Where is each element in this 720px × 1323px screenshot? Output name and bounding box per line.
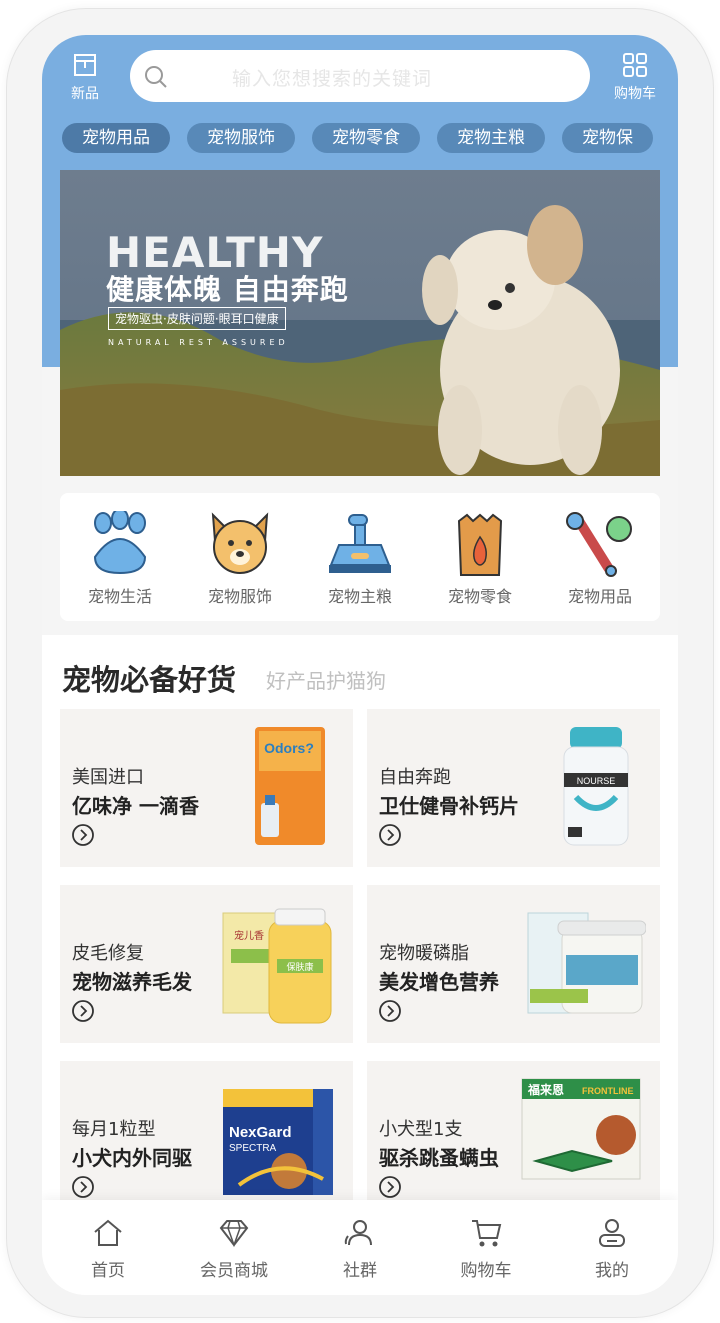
nourse-bottle-image: NOURSE <box>563 727 629 846</box>
quick-links: 宠物生活 宠物服饰 宠物主粮 宠物零食 宠物用品 <box>60 493 660 621</box>
new-products-label: 新品 <box>71 86 99 102</box>
product-title: 宠物滋养毛发 <box>72 970 192 994</box>
quick-link-pet-apparel[interactable]: 宠物服饰 <box>192 511 288 607</box>
category-chips: 宠物用品 宠物服饰 宠物零食 宠物主粮 宠物保 <box>62 123 658 155</box>
skin-supplement-image: 宠儿香 保肤康 <box>222 908 332 1024</box>
quick-link-label: 宠物用品 <box>567 587 632 606</box>
phospholipid-tub-image <box>527 912 646 1014</box>
product-subtitle: 皮毛修复 <box>72 943 144 964</box>
brand-label-text: 保肤康 <box>286 961 313 972</box>
odors-brand-text: Odors? <box>264 740 314 756</box>
quick-link-label: 宠物零食 <box>447 587 512 606</box>
product-card[interactable]: 每月1粒型 小犬内外同驱 NexGard SPECTRA <box>60 1061 353 1219</box>
new-box-icon <box>74 54 96 76</box>
product-title: 卫仕健骨补钙片 <box>379 794 519 818</box>
arrow-right-icon <box>72 824 94 846</box>
category-chip[interactable]: 宠物服饰 <box>187 123 295 153</box>
arrow-right-icon <box>379 824 401 846</box>
paw-icon <box>93 511 147 575</box>
spectra-text: SPECTRA <box>229 1143 277 1154</box>
snack-bag-icon <box>457 513 503 576</box>
arrow-right-icon <box>379 1000 401 1022</box>
product-card[interactable]: 皮毛修复 宠物滋养毛发 宠儿香 保肤康 <box>60 885 353 1043</box>
tab-profile[interactable]: 我的 <box>564 1216 660 1281</box>
search-bar[interactable]: 输入您想搜索的关键词 <box>130 50 590 102</box>
product-card[interactable]: 自由奔跑 卫仕健骨补钙片 NOURSE <box>367 709 660 867</box>
nexgard-box-image: NexGard SPECTRA <box>223 1089 333 1195</box>
search-icon <box>145 66 167 88</box>
quick-link-label: 宠物服饰 <box>207 587 272 606</box>
tab-label: 首页 <box>91 1261 125 1281</box>
food-bowl-icon <box>329 514 391 573</box>
tab-community[interactable]: 社群 <box>312 1216 408 1281</box>
arrow-right-icon <box>72 1000 94 1022</box>
category-chip[interactable]: 宠物主粮 <box>437 123 545 153</box>
home-icon <box>94 1219 122 1246</box>
bottom-tab-bar: 首页 会员商城 社群 购物车 我的 <box>42 1200 678 1295</box>
cart-button[interactable]: 购物车 <box>602 51 668 103</box>
app-screen: 新品 输入您想搜索的关键词 购物车 宠物用品 宠物服饰 宠物零食 宠物主粮 宠物保 <box>42 35 678 1295</box>
tab-member-mall[interactable]: 会员商城 <box>186 1216 282 1281</box>
nourse-brand-text: NOURSE <box>577 776 616 786</box>
category-chip[interactable]: 宠物用品 <box>62 123 170 153</box>
banner-tagline: 宠物驱虫·皮肤问题·眼耳口健康 <box>108 307 286 330</box>
promo-banner[interactable]: HEALTHY 健康体魄 自由奔跑 宠物驱虫·皮肤问题·眼耳口健康 NATURA… <box>60 170 660 476</box>
product-subtitle: 美国进口 <box>72 767 144 788</box>
cart-icon <box>472 1220 502 1247</box>
grid-icon <box>623 53 647 77</box>
banner-title-cn: 健康体魄 自由奔跑 <box>106 273 349 306</box>
tab-label: 我的 <box>595 1261 629 1281</box>
tab-label: 会员商城 <box>200 1261 268 1281</box>
product-title: 驱杀跳蚤螨虫 <box>379 1146 499 1170</box>
header: 新品 输入您想搜索的关键词 购物车 <box>42 35 678 125</box>
tab-label: 社群 <box>343 1261 377 1281</box>
nexgard-brand-text: NexGard <box>229 1124 292 1141</box>
quick-link-staple-food[interactable]: 宠物主粮 <box>312 511 408 607</box>
chongersheng-box-text: 宠儿香 <box>234 929 264 942</box>
quick-link-snacks[interactable]: 宠物零食 <box>432 511 528 607</box>
arrow-right-icon <box>72 1176 94 1198</box>
banner-footer: NATURAL REST ASSURED <box>108 338 289 347</box>
odors-product-image: Odors? <box>255 727 325 845</box>
section-title: 宠物必备好货 <box>62 663 237 697</box>
category-chip[interactable]: 宠物保 <box>562 123 653 153</box>
quick-link-label: 宠物主粮 <box>327 587 392 606</box>
fulaien-brand-text: 福来恩 <box>527 1082 564 1097</box>
product-title: 小犬内外同驱 <box>72 1146 192 1170</box>
frontline-box-image: 福来恩 FRONTLINE <box>521 1078 641 1180</box>
quick-link-label: 宠物生活 <box>87 587 152 606</box>
product-card[interactable]: 小犬型1支 驱杀跳蚤螨虫 福来恩 FRONTLINE <box>367 1061 660 1219</box>
dog-face-icon <box>211 512 269 574</box>
quick-link-supplies[interactable]: 宠物用品 <box>552 511 648 607</box>
search-placeholder: 输入您想搜索的关键词 <box>232 68 433 90</box>
cart-label: 购物车 <box>614 86 656 102</box>
diamond-icon <box>219 1220 249 1248</box>
product-title: 亿味净 一滴香 <box>72 794 199 818</box>
tab-home[interactable]: 首页 <box>60 1216 156 1281</box>
product-subtitle: 宠物暖磷脂 <box>379 943 469 964</box>
frontline-brand-text: FRONTLINE <box>582 1086 634 1096</box>
user-icon <box>599 1219 625 1247</box>
product-card[interactable]: 美国进口 亿味净 一滴香 Odors? <box>60 709 353 867</box>
product-title: 美发增色营养 <box>379 970 499 994</box>
product-subtitle: 小犬型1支 <box>379 1119 463 1140</box>
new-products-button[interactable]: 新品 <box>52 51 118 103</box>
product-subtitle: 每月1粒型 <box>72 1119 156 1140</box>
toy-icon <box>566 512 632 577</box>
product-card[interactable]: 宠物暖磷脂 美发增色营养 <box>367 885 660 1043</box>
arrow-right-icon <box>379 1176 401 1198</box>
community-icon <box>344 1220 372 1246</box>
category-chip[interactable]: 宠物零食 <box>312 123 420 153</box>
tab-cart[interactable]: 购物车 <box>438 1216 534 1281</box>
quick-link-pet-life[interactable]: 宠物生活 <box>72 511 168 607</box>
featured-section: 宠物必备好货 好产品护猫狗 美国进口 亿味净 一滴香 Odors? 自由奔跑 卫… <box>42 635 678 1295</box>
tab-label: 购物车 <box>460 1261 512 1281</box>
product-subtitle: 自由奔跑 <box>379 767 451 788</box>
section-subtitle: 好产品护猫狗 <box>266 669 386 693</box>
